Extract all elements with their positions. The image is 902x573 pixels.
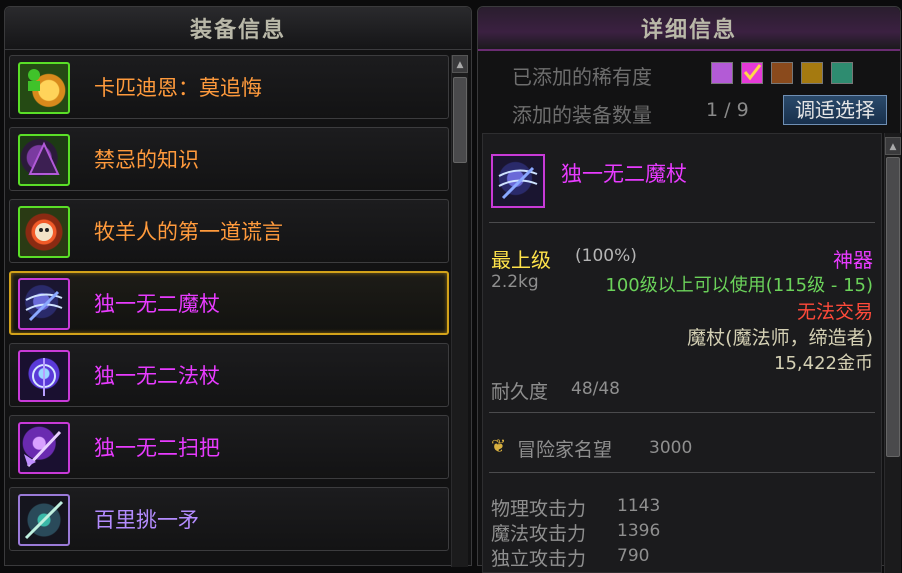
fame-value: 3000 xyxy=(649,438,693,458)
fame-label: 冒险家名望 xyxy=(517,439,613,461)
item-name: 卡匹迪恩：莫追悔 xyxy=(94,76,262,100)
detail-item-name: 独一无二魔杖 xyxy=(561,162,687,186)
item-name: 禁忌的知识 xyxy=(94,148,199,172)
item-detail-box: 独一无二魔杖 最上级 (100%) 神器 2.2kg 100级以上可以使用(11… xyxy=(482,133,882,573)
unique-wand-icon xyxy=(18,278,70,330)
rarity-swatch-unique[interactable] xyxy=(741,62,763,84)
item-name: 独一无二扫把 xyxy=(94,436,220,460)
equipment-row[interactable]: 卡匹迪恩：莫追悔 xyxy=(9,55,449,119)
stat-label: 独立攻击力 xyxy=(491,548,587,570)
equipment-row[interactable]: 牧羊人的第一道谎言 xyxy=(9,199,449,263)
detail-weight: 2.2kg xyxy=(491,272,539,292)
detail-grade: 最上级 xyxy=(491,248,551,272)
item-name: 独一无二法杖 xyxy=(94,364,220,388)
count-label: 添加的装备数量 xyxy=(512,103,652,127)
durability-value: 48/48 xyxy=(571,379,620,399)
scroll-up-button[interactable]: ▲ xyxy=(452,55,468,73)
scroll-up-button[interactable]: ▲ xyxy=(885,137,901,155)
detail-price: 15,422金币 xyxy=(774,353,873,374)
rarity-swatch-legendary[interactable] xyxy=(771,62,793,84)
kapidien-icon xyxy=(18,62,70,114)
stat-value: 1143 xyxy=(617,496,661,516)
item-name: 百里挑一矛 xyxy=(94,508,199,532)
count-value: 1 / 9 xyxy=(706,99,749,121)
detail-scrollbar[interactable]: ▲ xyxy=(884,133,901,573)
divider xyxy=(489,222,875,223)
detail-trade: 无法交易 xyxy=(796,301,873,323)
spear-icon xyxy=(18,494,70,546)
item-name: 独一无二魔杖 xyxy=(94,292,220,316)
detail-level-requirement: 100级以上可以使用(115级 - 15) xyxy=(605,275,873,296)
detail-rarity: 神器 xyxy=(833,248,873,272)
durability-label: 耐久度 xyxy=(491,381,549,403)
scroll-thumb[interactable] xyxy=(886,157,900,457)
unique-broom-icon xyxy=(18,422,70,474)
item-name: 牧羊人的第一道谎言 xyxy=(94,220,283,244)
rarity-swatch-epic[interactable] xyxy=(801,62,823,84)
detail-grade-percent: (100%) xyxy=(575,246,637,266)
stat-label: 魔法攻击力 xyxy=(491,523,587,545)
equipment-row[interactable]: 独一无二扫把 xyxy=(9,415,449,479)
fame-icon: ❦ xyxy=(491,436,507,457)
adjust-select-button[interactable]: 调适选择 xyxy=(783,95,887,125)
detail-item-icon xyxy=(491,154,545,208)
shepherd-lie-icon xyxy=(18,206,70,258)
equipment-row[interactable]: 禁忌的知识 xyxy=(9,127,449,191)
detail-info-title: 详细信息 xyxy=(478,7,900,51)
equipment-list-scrollbar[interactable]: ▲ xyxy=(451,55,468,567)
stat-label: 物理攻击力 xyxy=(491,498,587,520)
equipment-row-selected[interactable]: 独一无二魔杖 xyxy=(9,271,449,335)
rarity-label: 已添加的稀有度 xyxy=(512,65,652,89)
stat-value: 790 xyxy=(617,546,650,566)
forbidden-knowledge-icon xyxy=(18,134,70,186)
equipment-info-panel: 装备信息 卡匹迪恩：莫追悔 禁忌的知识 牧羊人的第一道谎言 独一无二魔杖 独一无… xyxy=(4,6,472,567)
divider xyxy=(489,412,875,413)
detail-info-panel: 详细信息 已添加的稀有度 添加的装备数量 1 / 9 调适选择 独一无二魔杖 最… xyxy=(477,6,901,573)
equipment-row[interactable]: 独一无二法杖 xyxy=(9,343,449,407)
detail-weapon-type: 魔杖(魔法师，缔造者) xyxy=(687,327,873,349)
unique-staff-icon xyxy=(18,350,70,402)
equipment-row[interactable]: 百里挑一矛 xyxy=(9,487,449,551)
divider xyxy=(489,472,875,473)
stat-value: 1396 xyxy=(617,521,661,541)
rarity-swatch-rare[interactable] xyxy=(711,62,733,84)
equipment-info-title: 装备信息 xyxy=(5,7,471,50)
rarity-swatch-mythic[interactable] xyxy=(831,62,853,84)
scroll-thumb[interactable] xyxy=(453,77,467,163)
